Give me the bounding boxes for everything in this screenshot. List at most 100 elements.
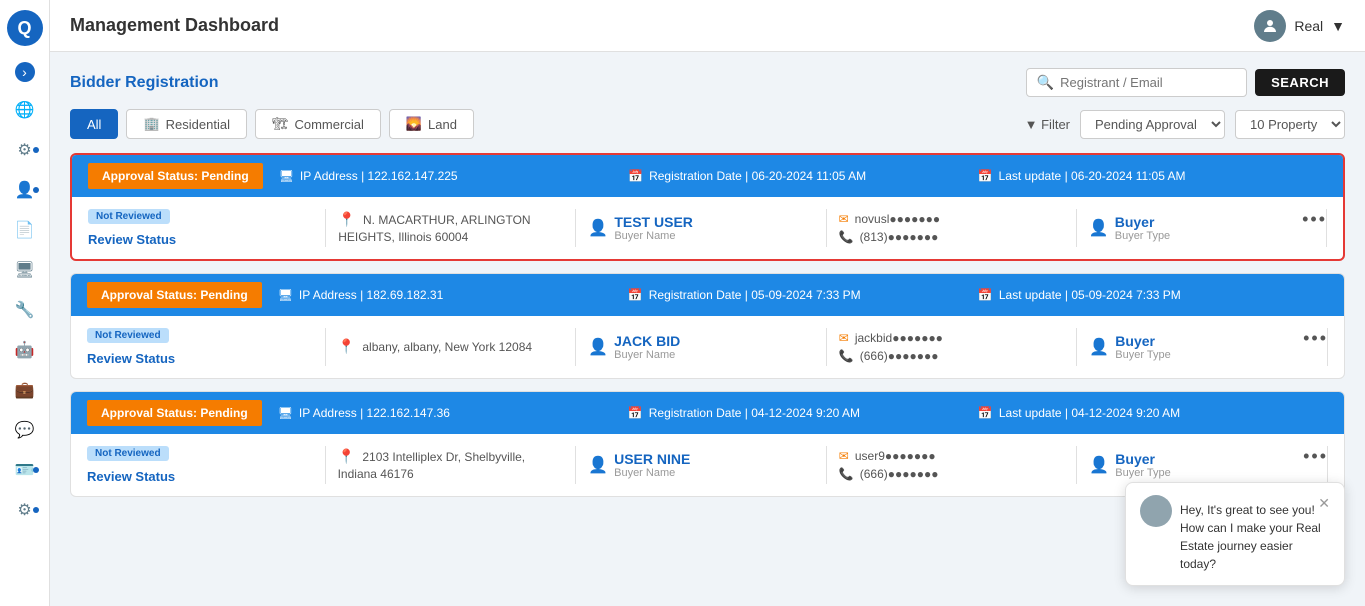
buyer-icon-1: 👤	[588, 337, 608, 357]
document-icon[interactable]: 📄	[9, 214, 41, 246]
buyer-col-0: 👤 TEST USER Buyer Name	[576, 209, 826, 247]
search-button[interactable]: SEARCH	[1255, 69, 1345, 96]
calendar-icon-2: 📅	[628, 406, 643, 420]
tab-all-label: All	[87, 117, 101, 132]
card-body-0: Not Reviewed Review Status 📍 N. MACARTHU…	[72, 197, 1343, 259]
card-header-2: Approval Status: Pending 🖥 IP Address | …	[71, 392, 1344, 434]
buyer-name-label-1: Buyer Name	[614, 349, 680, 361]
buyer-type-value-0: Buyer	[1115, 214, 1170, 230]
location-icon-1: 📍	[338, 338, 355, 354]
review-status-link-0[interactable]: Review Status	[88, 232, 313, 247]
chat-message: Hey, It's great to see you! How can I ma…	[1180, 501, 1330, 573]
id-icon[interactable]: 🪪	[9, 454, 41, 486]
email-icon-2: ✉	[839, 449, 849, 463]
briefcase-icon[interactable]: 💼	[9, 374, 41, 406]
phone-icon-2: 📞	[839, 467, 854, 481]
wrench-icon[interactable]: 🔧	[9, 294, 41, 326]
card-header-0: Approval Status: Pending 🖥 IP Address | …	[72, 155, 1343, 197]
commercial-icon: 🏗	[272, 116, 289, 132]
buyer-type-icon-1: 👤	[1089, 337, 1109, 357]
review-col-2: Not Reviewed Review Status	[87, 446, 326, 484]
computer-icon-2: 🖥	[278, 406, 293, 420]
last-update-2: 📅 Last update | 04-12-2024 9:20 AM	[978, 406, 1328, 420]
email-row-0: ✉ novusl●●●●●●●	[839, 212, 1064, 226]
filter-icon: ▼ Filter	[1025, 117, 1070, 132]
page-title: Management Dashboard	[70, 15, 279, 36]
tab-residential[interactable]: 🏢 Residential	[126, 109, 247, 139]
reg-date-1: 📅 Registration Date | 05-09-2024 7:33 PM	[628, 288, 978, 302]
settings-icon[interactable]: ⚙	[9, 134, 41, 166]
land-icon: 🌄	[406, 116, 422, 132]
review-col-0: Not Reviewed Review Status	[88, 209, 326, 247]
location-col-1: 📍 albany, albany, New York 12084	[326, 328, 577, 366]
app-logo[interactable]: Q	[7, 10, 43, 46]
approval-status-1: Approval Status: Pending	[87, 282, 262, 308]
card-header-1: Approval Status: Pending 🖥 IP Address | …	[71, 274, 1344, 316]
phone-row-2: 📞 (666)●●●●●●●	[839, 467, 1065, 481]
monitor-icon[interactable]: 🖥	[9, 254, 41, 286]
chat-widget: ✕ Hey, It's great to see you! How can I …	[1125, 482, 1345, 586]
email-icon-1: ✉	[839, 331, 849, 345]
user-menu[interactable]: Real ▼	[1254, 10, 1345, 42]
location-1: 📍 albany, albany, New York 12084	[338, 337, 564, 357]
location-col-2: 📍 2103 Intelliplex Dr, Shelbyville, Indi…	[326, 446, 577, 484]
sidebar: Q › 🌐 ⚙ 👤 📄 🖥 🔧 🤖 💼 💬 🪪 ⚙	[0, 0, 50, 606]
location-0: 📍 N. MACARTHUR, ARLINGTON HEIGHTS, Illin…	[338, 210, 563, 246]
gear2-icon[interactable]: ⚙	[9, 494, 41, 526]
property-filter-select[interactable]: 10 Property	[1235, 110, 1345, 139]
tab-commercial[interactable]: 🏗 Commercial	[255, 109, 381, 139]
location-col-0: 📍 N. MACARTHUR, ARLINGTON HEIGHTS, Illin…	[326, 209, 576, 247]
filter-right: ▼ Filter Pending Approval 10 Property	[1025, 110, 1345, 139]
email-row-2: ✉ user9●●●●●●●	[839, 449, 1065, 463]
not-reviewed-badge-0: Not Reviewed	[88, 209, 170, 224]
phone-icon-0: 📞	[839, 230, 854, 244]
status-filter-select[interactable]: Pending Approval	[1080, 110, 1225, 139]
buyer-type-col-0: 👤 Buyer Buyer Type	[1077, 209, 1327, 247]
approval-status-0: Approval Status: Pending	[88, 163, 263, 189]
calendar2-icon-0: 📅	[978, 169, 993, 183]
globe-icon[interactable]: 🌐	[9, 94, 41, 126]
more-options-0[interactable]: •••	[1302, 209, 1327, 230]
buyer-col-2: 👤 USER NINE Buyer Name	[576, 446, 827, 484]
tab-all[interactable]: All	[70, 109, 118, 139]
location-2: 📍 2103 Intelliplex Dr, Shelbyville, Indi…	[338, 447, 564, 483]
review-status-link-2[interactable]: Review Status	[87, 469, 313, 484]
calendar-icon-1: 📅	[628, 288, 643, 302]
review-status-link-1[interactable]: Review Status	[87, 351, 313, 366]
chat-avatar	[1140, 495, 1172, 527]
search-icon: 🔍	[1037, 74, 1054, 91]
ip-address-2: 🖥 IP Address | 122.162.147.36	[278, 406, 628, 420]
computer-icon-0: 🖥	[279, 169, 294, 183]
buyer-col-1: 👤 JACK BID Buyer Name	[576, 328, 827, 366]
last-update-1: 📅 Last update | 05-09-2024 7:33 PM	[978, 288, 1328, 302]
reg-date-2: 📅 Registration Date | 04-12-2024 9:20 AM	[628, 406, 978, 420]
chat-sidebar-icon[interactable]: 💬	[9, 414, 41, 446]
buyer-icon-2: 👤	[588, 455, 608, 475]
robot-icon[interactable]: 🤖	[9, 334, 41, 366]
user-icon[interactable]: 👤	[9, 174, 41, 206]
tab-commercial-label: Commercial	[294, 117, 363, 132]
section-title: Bidder Registration	[70, 74, 218, 92]
not-reviewed-badge-2: Not Reviewed	[87, 446, 169, 461]
buyer-type-col-1: 👤 Buyer Buyer Type	[1077, 328, 1328, 366]
contact-col-1: ✉ jackbid●●●●●●● 📞 (666)●●●●●●●	[827, 328, 1078, 366]
calendar2-icon-2: 📅	[978, 406, 993, 420]
more-options-1[interactable]: •••	[1303, 328, 1328, 349]
more-options-2[interactable]: •••	[1303, 446, 1328, 467]
phone-row-1: 📞 (666)●●●●●●●	[839, 349, 1065, 363]
residential-icon: 🏢	[143, 116, 159, 132]
search-input[interactable]	[1060, 75, 1236, 90]
registration-card-0: Approval Status: Pending 🖥 IP Address | …	[70, 153, 1345, 261]
buyer-type-value-1: Buyer	[1115, 333, 1170, 349]
review-col-1: Not Reviewed Review Status	[87, 328, 326, 366]
sidebar-toggle[interactable]: ›	[15, 62, 35, 82]
registration-card-1: Approval Status: Pending 🖥 IP Address | …	[70, 273, 1345, 379]
buyer-name-2: USER NINE	[614, 451, 690, 467]
buyer-type-col-2: 👤 Buyer Buyer Type	[1077, 446, 1328, 484]
calendar2-icon-1: 📅	[978, 288, 993, 302]
buyer-type-icon-2: 👤	[1089, 455, 1109, 475]
chat-close-button[interactable]: ✕	[1318, 495, 1330, 512]
header: Management Dashboard Real ▼	[50, 0, 1365, 52]
tab-land[interactable]: 🌄 Land	[389, 109, 474, 139]
buyer-type-label-2: Buyer Type	[1115, 467, 1170, 479]
